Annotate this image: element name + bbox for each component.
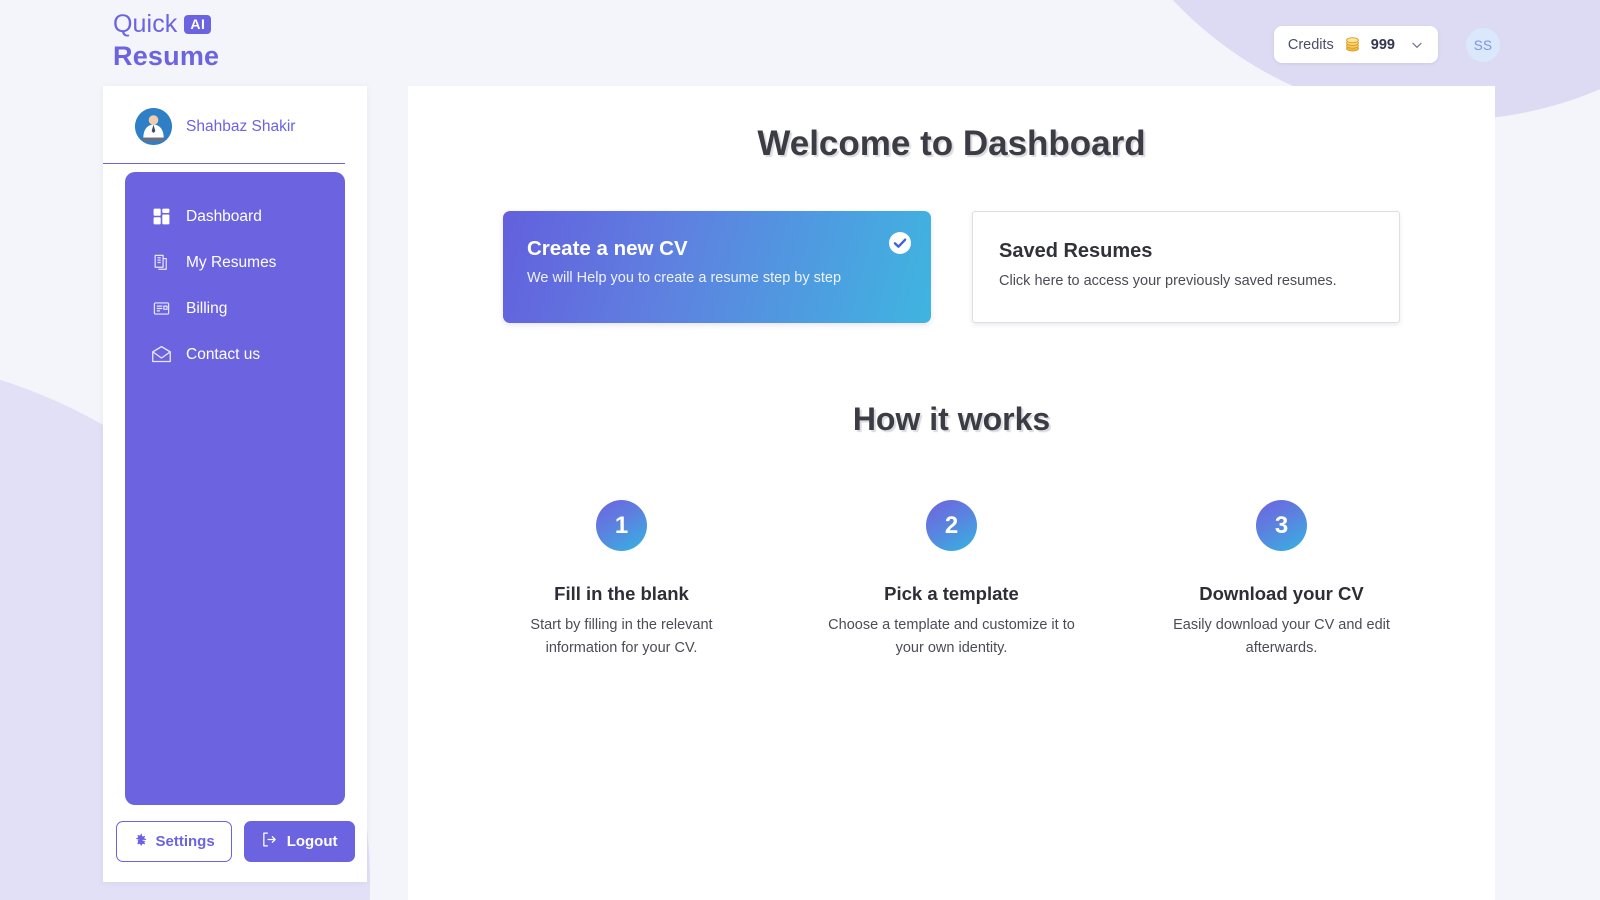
credits-label: Credits — [1287, 36, 1334, 53]
how-it-works-title: How it works — [852, 401, 1051, 437]
saved-resumes-title: Saved Resumes — [999, 240, 1153, 262]
create-new-cv-card[interactable]: Create a new CV We will Help you to crea… — [503, 211, 931, 323]
step-title: Download your CV — [1199, 583, 1364, 604]
sidebar-item-label: Contact us — [186, 345, 261, 363]
create-cv-subtitle: We will Help you to create a resume step… — [527, 270, 842, 286]
step-number-badge: 2 — [926, 500, 977, 551]
logout-icon — [261, 831, 278, 852]
app-header: Quick AI Resume Credits 999 SS — [0, 0, 1600, 88]
saved-resumes-subtitle: Click here to access your previously sav… — [999, 273, 1337, 289]
documents-icon — [151, 252, 172, 273]
logout-label: Logout — [286, 833, 338, 850]
logo-text-resume: Resume — [113, 41, 220, 71]
grid-icon — [151, 206, 172, 227]
coins-icon — [1343, 35, 1362, 54]
step-number-badge: 1 — [596, 500, 647, 551]
step-title: Fill in the blank — [554, 583, 689, 604]
sidebar-user-name: Shahbaz Shakir — [186, 117, 296, 135]
check-circle-icon — [889, 232, 911, 254]
logout-button[interactable]: Logout — [243, 821, 355, 862]
logo-top-row: Quick AI — [113, 12, 219, 37]
step-title: Pick a template — [884, 583, 1019, 604]
logo-ai-badge: AI — [184, 15, 212, 34]
dashboard-page: Quick AI Resume Credits 999 SS Shahbaz S… — [0, 0, 1600, 900]
sidebar-profile[interactable]: Shahbaz Shakir — [103, 86, 345, 164]
main-content: Welcome to Dashboard Create a new CV We … — [408, 86, 1495, 900]
settings-button[interactable]: Settings — [115, 821, 232, 862]
sidebar-item-dashboard[interactable]: Dashboard — [125, 196, 345, 237]
step-description: Choose a template and customize it to yo… — [828, 617, 1075, 657]
how-it-works-steps: 1 Fill in the blank Start by filling in … — [408, 500, 1495, 661]
action-cards: Create a new CV We will Help you to crea… — [408, 211, 1495, 323]
sidebar-item-my-resumes[interactable]: My Resumes — [125, 242, 345, 283]
sidebar-item-contact-us[interactable]: Contact us — [125, 334, 345, 375]
step-number-badge: 3 — [1256, 500, 1307, 551]
step-item: 3 Download your CV Easily download your … — [1158, 500, 1406, 661]
sidebar-item-billing[interactable]: Billing — [125, 288, 345, 329]
step-description: Easily download your CV and edit afterwa… — [1173, 617, 1390, 657]
user-photo-avatar — [135, 108, 172, 145]
credits-dropdown[interactable]: Credits 999 — [1273, 26, 1438, 63]
sidebar-item-label: Dashboard — [186, 207, 262, 225]
envelope-icon — [151, 344, 172, 365]
sidebar-nav: Dashboard My Resumes Billing Contact us — [125, 172, 345, 805]
create-cv-title: Create a new CV — [527, 237, 688, 260]
settings-label: Settings — [155, 833, 215, 850]
chevron-down-icon[interactable] — [1410, 38, 1424, 52]
receipt-icon — [151, 298, 172, 319]
step-item: 1 Fill in the blank Start by filling in … — [498, 500, 746, 661]
sidebar-item-label: Billing — [186, 299, 228, 317]
sidebar-item-label: My Resumes — [186, 253, 277, 271]
logo-text-quick: Quick — [113, 10, 178, 38]
step-item: 2 Pick a template Choose a template and … — [828, 500, 1076, 661]
gear-icon — [133, 832, 148, 851]
saved-resumes-card[interactable]: Saved Resumes Click here to access your … — [972, 211, 1400, 323]
app-logo[interactable]: Quick AI Resume — [113, 12, 219, 70]
user-avatar[interactable]: SS — [1466, 28, 1500, 62]
page-title: Welcome to Dashboard — [757, 124, 1146, 163]
step-description: Start by filling in the relevant informa… — [530, 617, 713, 657]
sidebar: Shahbaz Shakir Dashboard My Resumes Bill… — [103, 86, 367, 882]
sidebar-footer: Settings Logout — [103, 805, 367, 882]
credits-value: 999 — [1370, 36, 1395, 53]
